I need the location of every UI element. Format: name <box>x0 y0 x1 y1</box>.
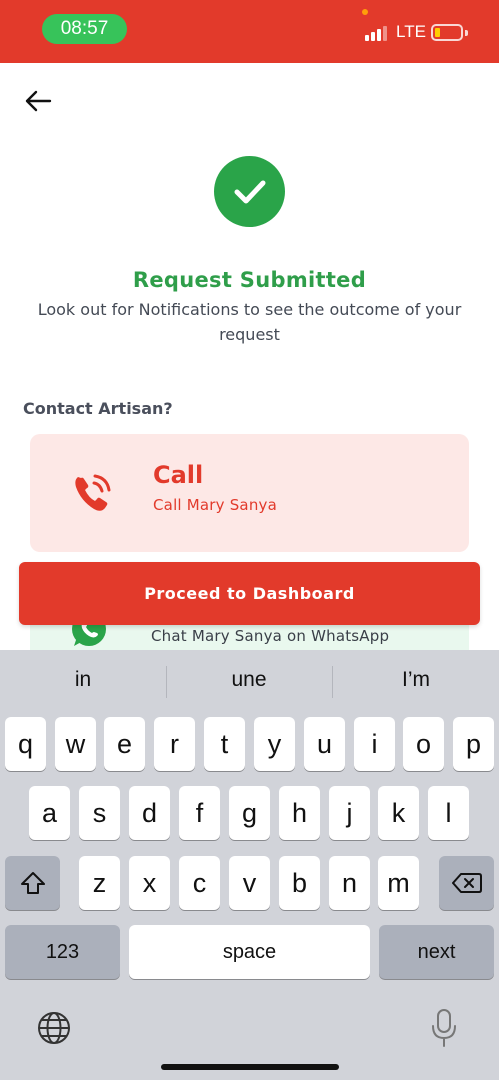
key-e[interactable]: e <box>104 717 145 771</box>
status-bar: 08:57 LTE <box>0 0 499 63</box>
key-j[interactable]: j <box>329 786 370 840</box>
shift-icon <box>20 872 45 894</box>
shift-key[interactable] <box>5 856 60 910</box>
key-y[interactable]: y <box>254 717 295 771</box>
key-z[interactable]: z <box>79 856 120 910</box>
home-indicator <box>161 1064 339 1070</box>
key-o[interactable]: o <box>403 717 444 771</box>
key-t[interactable]: t <box>204 717 245 771</box>
microphone-icon[interactable] <box>430 1008 458 1048</box>
key-l[interactable]: l <box>428 786 469 840</box>
suggestion-item[interactable]: I’m <box>333 668 499 692</box>
key-r[interactable]: r <box>154 717 195 771</box>
arrow-left-icon <box>25 90 52 112</box>
key-p[interactable]: p <box>453 717 494 771</box>
suggestion-item[interactable]: une <box>166 668 332 692</box>
privacy-indicator-dot <box>362 9 368 15</box>
checkmark-icon <box>234 180 265 203</box>
key-h[interactable]: h <box>279 786 320 840</box>
key-f[interactable]: f <box>179 786 220 840</box>
key-b[interactable]: b <box>279 856 320 910</box>
key-q[interactable]: q <box>5 717 46 771</box>
key-g[interactable]: g <box>229 786 270 840</box>
network-type: LTE <box>396 22 426 41</box>
key-i[interactable]: i <box>354 717 395 771</box>
battery-nub <box>465 30 468 36</box>
page-title: Request Submitted <box>132 268 367 292</box>
status-time: 08:57 <box>42 14 127 44</box>
whatsapp-subtitle: Chat Mary Sanya on WhatsApp <box>151 627 390 645</box>
call-subtitle: Call Mary Sanya <box>153 496 278 514</box>
page-subtitle: Look out for Notifications to see the ou… <box>37 300 462 344</box>
delete-key[interactable] <box>439 856 494 910</box>
call-card[interactable]: Call Call Mary Sanya <box>30 434 469 552</box>
signal-icon <box>365 25 389 41</box>
key-u[interactable]: u <box>304 717 345 771</box>
battery-icon <box>431 24 463 41</box>
key-n[interactable]: n <box>329 856 370 910</box>
key-m[interactable]: m <box>378 856 419 910</box>
success-badge <box>214 156 285 227</box>
key-s[interactable]: s <box>79 786 120 840</box>
numbers-key[interactable]: 123 <box>5 925 120 979</box>
contact-artisan-label: Contact Artisan? <box>23 399 173 418</box>
suggestion-bar: in une I’m <box>0 650 499 716</box>
key-c[interactable]: c <box>179 856 220 910</box>
key-v[interactable]: v <box>229 856 270 910</box>
key-d[interactable]: d <box>129 786 170 840</box>
backspace-icon <box>451 873 482 893</box>
key-x[interactable]: x <box>129 856 170 910</box>
back-button[interactable] <box>22 86 54 116</box>
suggestion-item[interactable]: in <box>0 668 166 692</box>
key-a[interactable]: a <box>29 786 70 840</box>
keyboard: in une I’m q w e r t y u i o p a s d f g… <box>0 650 499 1080</box>
globe-icon[interactable] <box>36 1010 72 1046</box>
proceed-to-dashboard-button[interactable]: Proceed to Dashboard <box>19 562 480 625</box>
key-w[interactable]: w <box>55 717 96 771</box>
key-k[interactable]: k <box>378 786 419 840</box>
phone-ringing-icon <box>75 474 111 511</box>
space-key[interactable]: space <box>129 925 370 979</box>
call-title: Call <box>153 461 204 489</box>
next-key[interactable]: next <box>379 925 494 979</box>
